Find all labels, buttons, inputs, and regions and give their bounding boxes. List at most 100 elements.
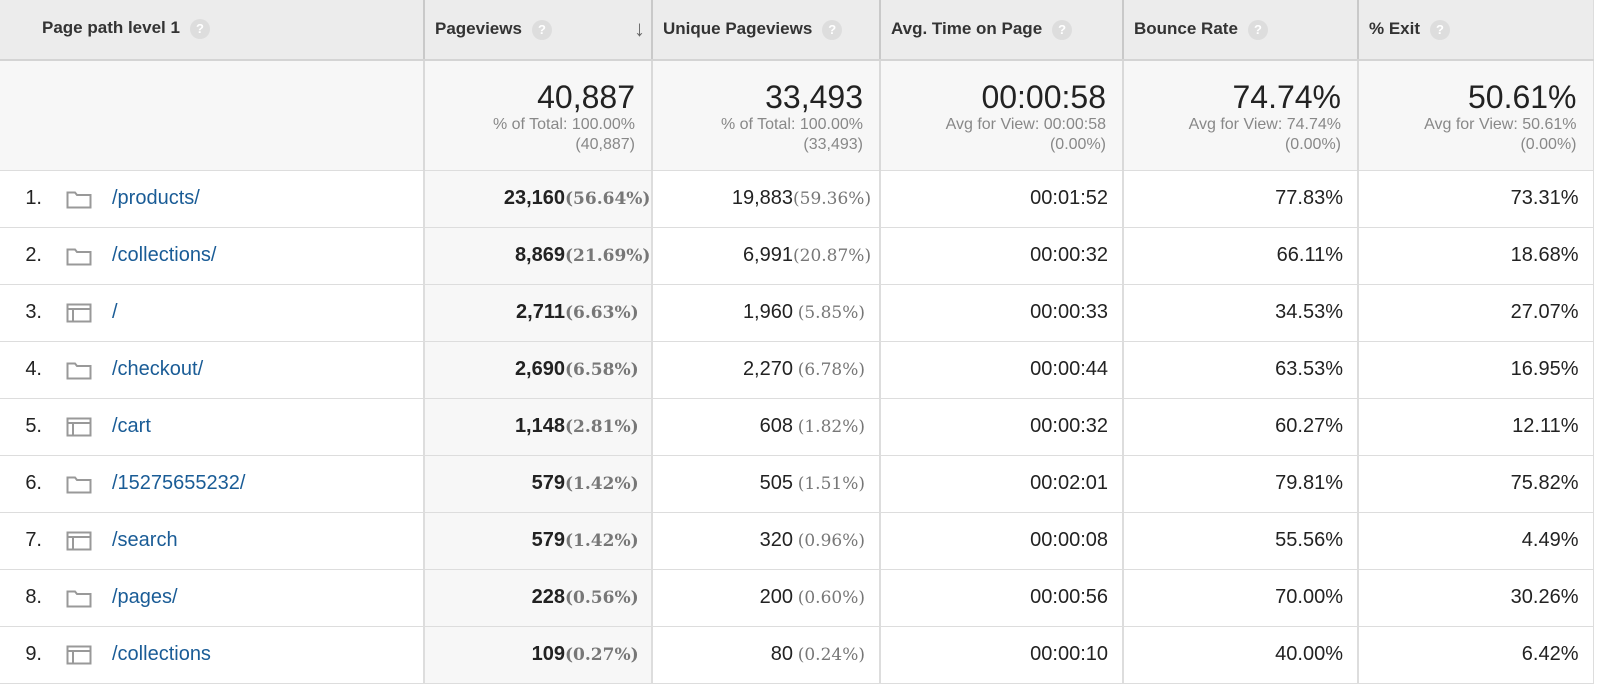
bounce-rate-cell: 79.81% bbox=[1123, 455, 1359, 513]
header-unique-pageviews[interactable]: Unique Pageviews? bbox=[652, 0, 881, 61]
help-icon[interactable]: ? bbox=[189, 18, 210, 39]
dimension-cell: 4. /checkout/ bbox=[0, 341, 425, 399]
pageviews-value: 1,148 bbox=[514, 415, 565, 437]
totals-unique-value: 33,493 bbox=[765, 79, 863, 115]
page-path-link[interactable]: /cart bbox=[112, 415, 151, 437]
avg-time-value: 00:00:56 bbox=[1030, 586, 1108, 608]
help-icon[interactable]: ? bbox=[1247, 19, 1268, 40]
row-index: 9. bbox=[25, 643, 42, 665]
row-index: 8. bbox=[25, 586, 42, 608]
bounce-rate-value: 55.56% bbox=[1275, 529, 1343, 551]
pageviews-percent: (1.42%) bbox=[565, 531, 639, 551]
totals-pageviews-sub1: % of Total: 100.00% bbox=[492, 116, 635, 133]
header-dimension[interactable]: Page path level 1? bbox=[0, 0, 425, 61]
help-icon[interactable]: ? bbox=[822, 19, 843, 40]
bounce-rate-cell: 66.11% bbox=[1123, 227, 1359, 285]
totals-row: 40,887 % of Total: 100.00% (40,887) 33,4… bbox=[0, 60, 1594, 171]
folder-icon bbox=[66, 360, 92, 380]
header-bounce-label: Bounce Rate bbox=[1134, 19, 1238, 39]
avg-time-value: 00:00:08 bbox=[1030, 529, 1108, 551]
pageviews-percent: (6.63%) bbox=[565, 303, 639, 323]
row-index: 6. bbox=[25, 472, 42, 494]
unique-pageviews-percent: (0.60%) bbox=[797, 588, 865, 608]
header-bounce-rate[interactable]: Bounce Rate? bbox=[1123, 0, 1359, 61]
row-index: 4. bbox=[25, 358, 42, 380]
pageviews-percent: (0.56%) bbox=[565, 588, 639, 608]
row-index: 2. bbox=[25, 244, 42, 266]
exit-cell: 73.31% bbox=[1358, 170, 1594, 228]
exit-cell: 75.82% bbox=[1358, 455, 1594, 513]
page-path-link[interactable]: /products/ bbox=[112, 187, 200, 209]
table-row: 8. /pages/ 228(0.56%) 200 (0.60%) 00:00:56… bbox=[0, 569, 1594, 627]
unique-pageviews-value: 1,960 bbox=[742, 301, 793, 323]
unique-pageviews-percent: (6.78%) bbox=[797, 360, 865, 380]
pageviews-value: 228 bbox=[531, 586, 565, 608]
exit-cell: 12.11% bbox=[1358, 398, 1594, 456]
bounce-rate-value: 70.00% bbox=[1275, 586, 1343, 608]
unique-pageviews-cell: 320 (0.96%) bbox=[652, 512, 881, 570]
avg-time-value: 00:02:01 bbox=[1030, 472, 1108, 494]
dimension-cell: 7. /search bbox=[0, 512, 425, 570]
page-path-link[interactable]: / bbox=[112, 301, 118, 323]
unique-pageviews-cell: 19,883(59.36%) bbox=[652, 170, 881, 228]
exit-value: 73.31% bbox=[1510, 187, 1579, 209]
totals-unique-sub2: (33,493) bbox=[803, 136, 863, 153]
unique-pageviews-cell: 200 (0.60%) bbox=[652, 569, 881, 627]
page-path-link[interactable]: /search bbox=[112, 529, 178, 551]
page-path-link[interactable]: /15275655232/ bbox=[112, 472, 245, 494]
exit-value: 27.07% bbox=[1510, 301, 1579, 323]
unique-pageviews-percent: (1.51%) bbox=[797, 474, 865, 494]
pageviews-percent: (6.58%) bbox=[565, 360, 639, 380]
totals-avg-time-value: 00:00:58 bbox=[981, 79, 1106, 115]
page-path-link[interactable]: /collections/ bbox=[112, 244, 217, 266]
totals-pageviews-value: 40,887 bbox=[537, 79, 635, 115]
unique-pageviews-value: 505 bbox=[759, 472, 793, 494]
exit-cell: 30.26% bbox=[1358, 569, 1594, 627]
help-icon[interactable]: ? bbox=[1052, 19, 1073, 40]
exit-value: 75.82% bbox=[1510, 472, 1579, 494]
row-index: 3. bbox=[25, 301, 42, 323]
totals-exit-sub2: (0.00%) bbox=[1520, 136, 1577, 153]
avg-time-cell: 00:00:56 bbox=[880, 569, 1124, 627]
pageviews-value: 8,869 bbox=[514, 244, 565, 266]
bounce-rate-value: 79.81% bbox=[1275, 472, 1343, 494]
unique-pageviews-value: 608 bbox=[759, 415, 793, 437]
header-exit[interactable]: % Exit? bbox=[1358, 0, 1594, 61]
bounce-rate-value: 60.27% bbox=[1275, 415, 1343, 437]
avg-time-value: 00:00:32 bbox=[1030, 415, 1108, 437]
avg-time-cell: 00:00:10 bbox=[880, 626, 1124, 684]
row-index: 7. bbox=[25, 529, 42, 551]
page-path-link[interactable]: /pages/ bbox=[112, 586, 178, 608]
report-table-container: Page path level 1? Pageviews? ↓ Unique Pa… bbox=[0, 0, 1600, 686]
totals-exit: 50.61% Avg for View: 50.61% (0.00%) bbox=[1358, 60, 1594, 171]
bounce-rate-cell: 40.00% bbox=[1123, 626, 1359, 684]
arrow-down-icon[interactable]: ↓ bbox=[634, 18, 645, 40]
header-pageviews[interactable]: Pageviews? ↓ bbox=[424, 0, 653, 61]
pageviews-cell: 2,690(6.58%) bbox=[424, 341, 653, 399]
unique-pageviews-percent: (5.85%) bbox=[797, 303, 865, 323]
unique-pageviews-cell: 505 (1.51%) bbox=[652, 455, 881, 513]
page-path-link[interactable]: /checkout/ bbox=[112, 358, 203, 380]
page-path-link[interactable]: /collections bbox=[112, 643, 211, 665]
unique-pageviews-percent: (0.96%) bbox=[797, 531, 865, 551]
unique-pageviews-value: 320 bbox=[759, 529, 793, 551]
bounce-rate-value: 34.53% bbox=[1275, 301, 1343, 323]
dimension-cell: 6. /15275655232/ bbox=[0, 455, 425, 513]
folder-icon bbox=[66, 474, 92, 494]
unique-pageviews-percent: (20.87%) bbox=[793, 246, 872, 266]
row-index: 1. bbox=[25, 187, 42, 209]
help-icon[interactable]: ? bbox=[531, 19, 552, 40]
pageviews-value: 23,160 bbox=[503, 187, 565, 209]
exit-cell: 16.95% bbox=[1358, 341, 1594, 399]
pageviews-cell: 579(1.42%) bbox=[424, 455, 653, 513]
header-avg-time[interactable]: Avg. Time on Page? bbox=[880, 0, 1124, 61]
pageviews-value: 579 bbox=[531, 529, 565, 551]
help-icon[interactable]: ? bbox=[1430, 19, 1451, 40]
avg-time-cell: 00:00:08 bbox=[880, 512, 1124, 570]
page-icon bbox=[66, 531, 92, 551]
table-row: 2. /collections/ 8,869(21.69%) 6,991(20.8… bbox=[0, 227, 1594, 285]
bounce-rate-value: 40.00% bbox=[1275, 643, 1343, 665]
totals-avg-time: 00:00:58 Avg for View: 00:00:58 (0.00%) bbox=[880, 60, 1124, 171]
pageviews-value: 2,711 bbox=[516, 301, 565, 323]
totals-bounce-value: 74.74% bbox=[1232, 79, 1341, 115]
